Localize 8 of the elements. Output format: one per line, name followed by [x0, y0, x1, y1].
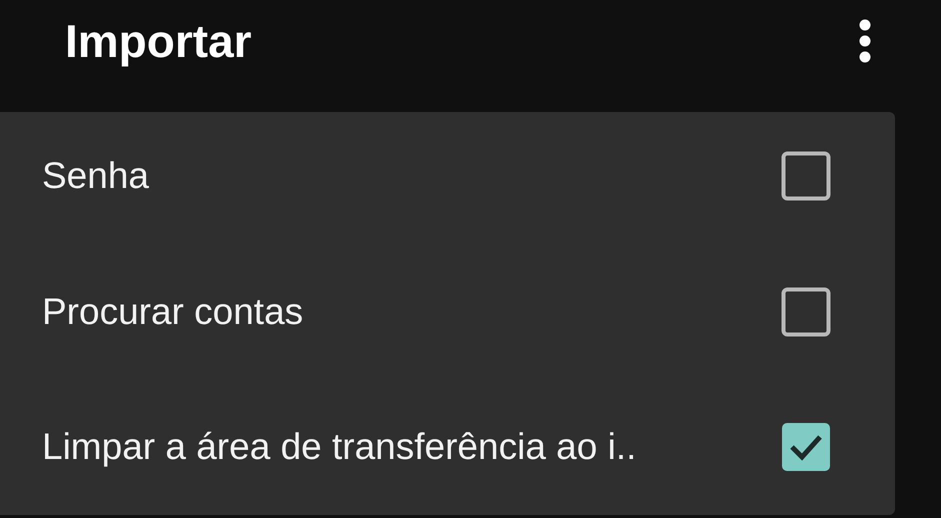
screen-title: Importar: [65, 14, 252, 68]
menu-item[interactable]: Senha: [42, 108, 831, 244]
menu-item[interactable]: Limpar a área de transferência ao i..: [42, 379, 831, 516]
menu-item[interactable]: Procurar contas: [42, 244, 831, 380]
checkbox[interactable]: [781, 286, 831, 336]
checkbox[interactable]: [781, 150, 831, 201]
more-options-icon[interactable]: [858, 18, 872, 64]
checkbox[interactable]: [781, 422, 831, 472]
